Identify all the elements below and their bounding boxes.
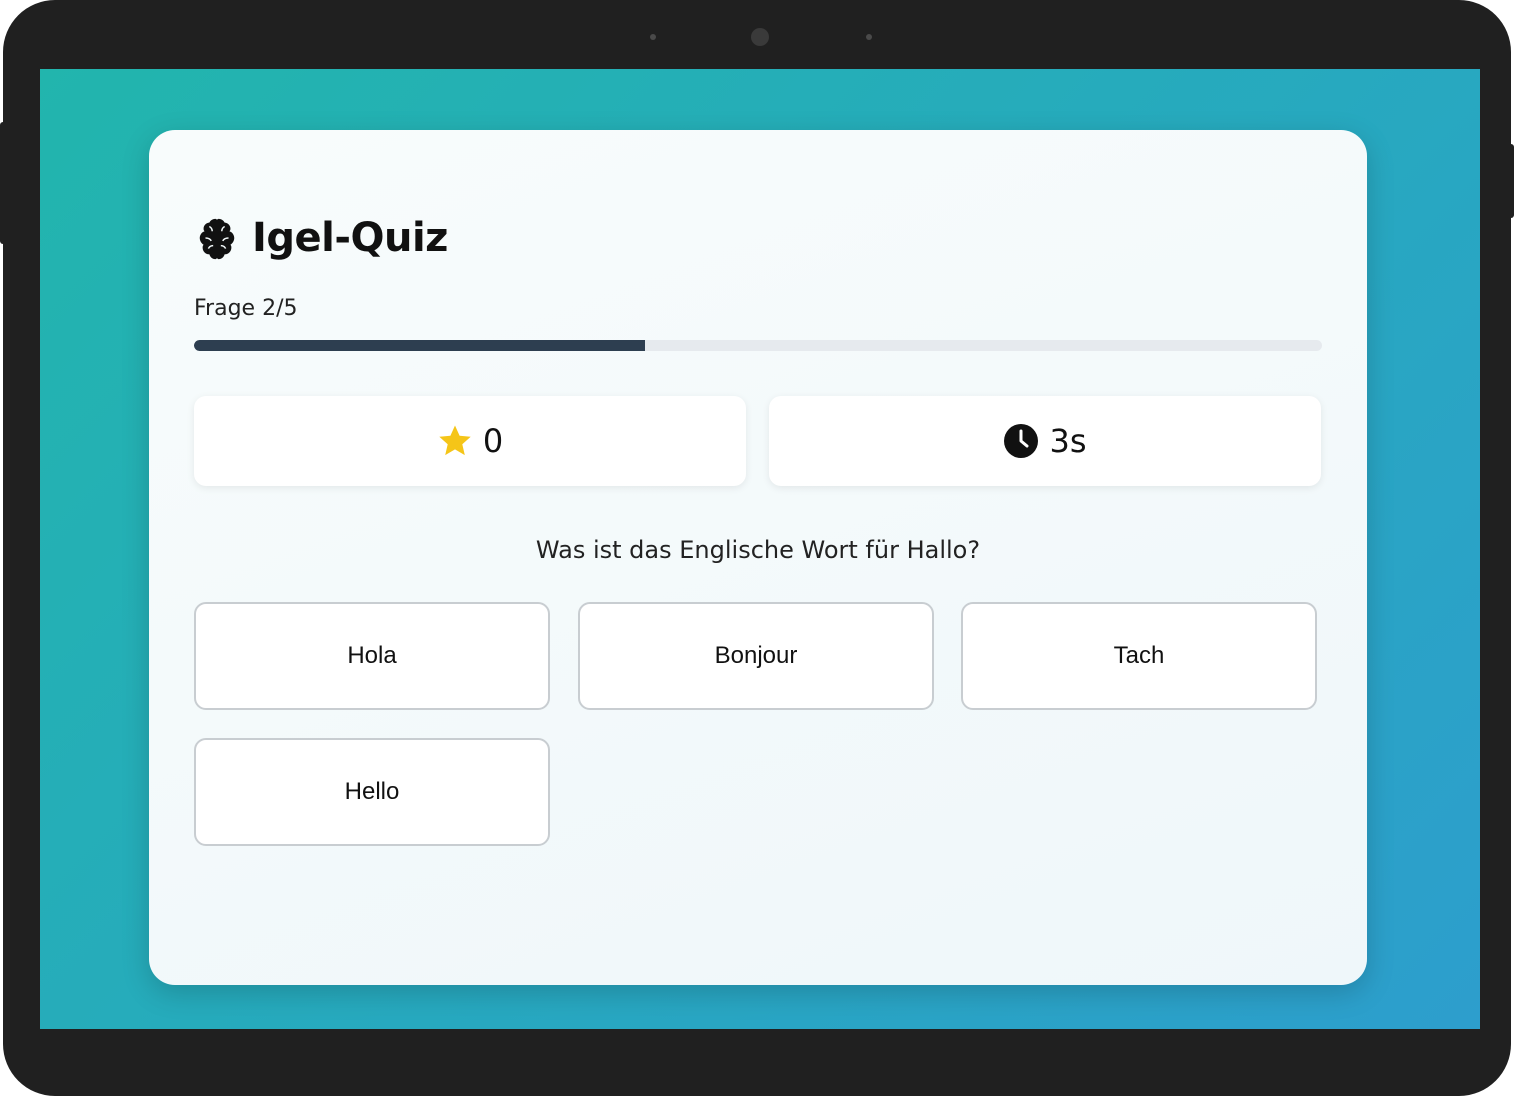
tablet-frame: Igel-Quiz Frage 2/5 0 3s Was ist das Eng… xyxy=(3,0,1511,1096)
progress-label: Frage 2/5 xyxy=(194,296,298,321)
progress-bar xyxy=(194,340,1322,351)
brain-icon xyxy=(199,218,235,260)
header: Igel-Quiz xyxy=(194,212,448,264)
clock-icon xyxy=(1004,424,1039,458)
answer-button-hello[interactable]: Hello xyxy=(194,738,550,846)
progress-bar-fill xyxy=(194,340,646,351)
score-value: 0 xyxy=(482,422,504,460)
timer-value: 3s xyxy=(1049,422,1087,460)
side-button xyxy=(1508,144,1514,218)
timer-panel: 3s xyxy=(769,396,1321,486)
quiz-card: Igel-Quiz Frage 2/5 0 3s Was ist das Eng… xyxy=(149,130,1367,985)
app-title: Igel-Quiz xyxy=(252,215,448,261)
side-button xyxy=(0,122,6,244)
sensor-dot xyxy=(650,34,656,40)
answer-button-bonjour[interactable]: Bonjour xyxy=(578,602,934,710)
sensor-dot xyxy=(866,34,872,40)
score-panel: 0 xyxy=(194,396,746,486)
camera-icon xyxy=(751,28,769,46)
answer-button-tach[interactable]: Tach xyxy=(961,602,1317,710)
screen: Igel-Quiz Frage 2/5 0 3s Was ist das Eng… xyxy=(40,69,1480,1029)
star-icon xyxy=(439,425,471,456)
answer-button-hola[interactable]: Hola xyxy=(194,602,550,710)
question-text: Was ist das Englische Wort für Hallo? xyxy=(535,536,981,564)
